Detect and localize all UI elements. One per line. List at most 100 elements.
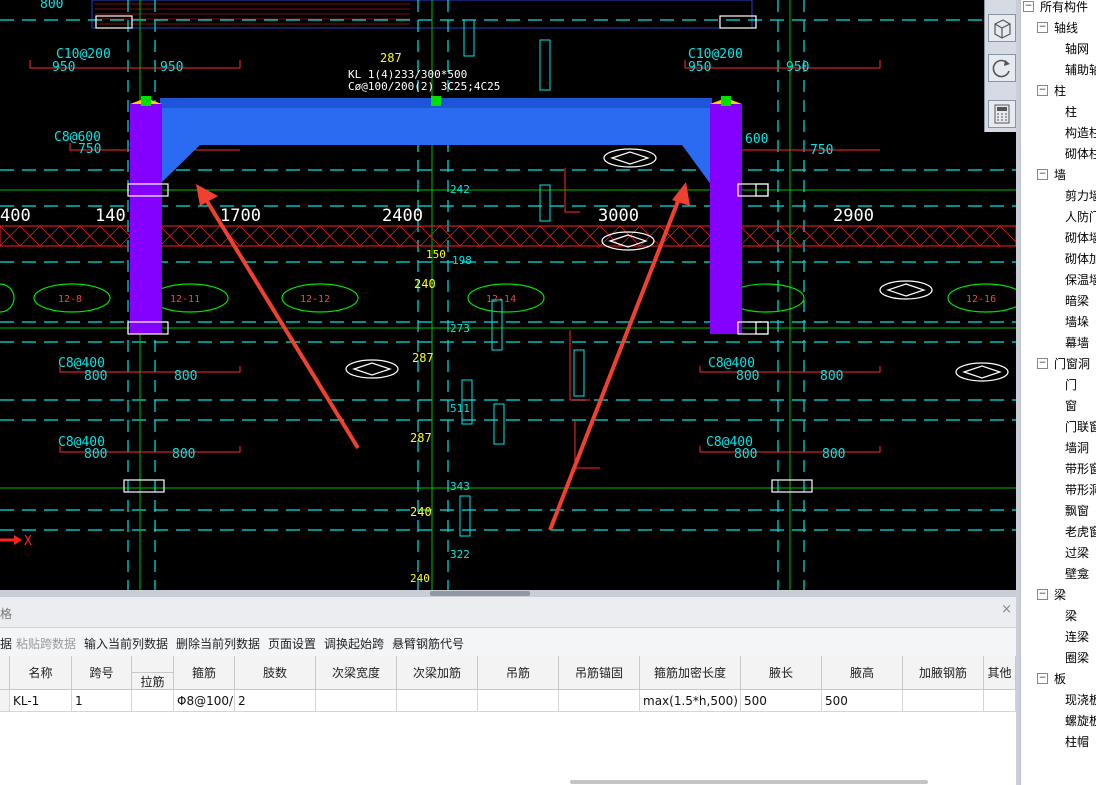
tree-item[interactable]: 壁龛 [1065,563,1089,584]
horizontal-scrollbar[interactable] [570,780,928,784]
tree-item[interactable]: 墙垛 [1065,311,1089,332]
tree-item[interactable]: 柱 [1065,101,1077,122]
tree-item[interactable]: 梁 [1065,605,1077,626]
col-header[interactable]: 肢数 [235,656,316,690]
calculator-icon[interactable] [988,100,1016,128]
tree-item[interactable]: 带形洞 [1065,479,1096,500]
toolbar-item[interactable]: 据 [0,635,12,652]
col-header[interactable]: 吊筋 [478,656,559,690]
tree-item[interactable]: 门 [1065,374,1077,395]
col-header[interactable]: 跨号 [72,656,132,690]
span-label: 950 [688,60,711,75]
tree-item[interactable]: − 门窗洞 [1037,353,1090,374]
col-header[interactable]: 其他 [984,656,1016,690]
splitter-grip[interactable] [430,591,530,596]
tree-item[interactable]: 辅助轴线 [1065,59,1096,80]
grip-handle[interactable] [721,96,731,106]
input-column-data-button[interactable]: 输入当前列数据 [84,635,168,652]
cell-sec-width[interactable] [316,690,397,712]
cad-drawing: 800 12-8 12-11 12-12 12-14 12-16 400 140… [0,0,1016,590]
tree-item[interactable]: 老虎窗 [1065,521,1096,542]
cell-haunch-bar[interactable] [903,690,984,712]
tree-item[interactable]: 构造柱 [1065,122,1096,143]
cell-dense-length[interactable]: max(1.5*h,500) [640,690,741,712]
cell-sec-add[interactable] [397,690,478,712]
tree-item[interactable]: 现浇板 [1065,689,1096,710]
tree-item[interactable]: 连梁 [1065,626,1089,647]
collapse-icon[interactable]: − [1037,589,1048,600]
cube-icon[interactable] [988,14,1016,42]
col-header[interactable]: 加腋钢筋 [903,656,984,690]
page-setup-button[interactable]: 页面设置 [268,635,316,652]
beam-kl1[interactable] [160,102,712,186]
cell-span[interactable]: 1 [72,690,132,712]
cad-mark: 322 [450,548,470,561]
col-header[interactable]: 箍筋 [174,656,235,690]
col-header[interactable]: 拉筋 [132,673,174,690]
grip-handle[interactable] [431,96,441,106]
cell-other[interactable] [984,690,1016,712]
col-header[interactable]: 次梁加筋 [397,656,478,690]
tree-item[interactable]: − 轴线 [1037,17,1078,38]
row-header[interactable] [0,690,10,712]
tree-item[interactable]: 门联窗 [1065,416,1096,437]
collapse-icon[interactable]: − [1037,673,1048,684]
cad-canvas[interactable]: 800 12-8 12-11 12-12 12-14 12-16 400 140… [0,0,1016,590]
tree-item-label: 梁 [1065,609,1078,623]
tree-item[interactable]: 窗 [1065,395,1077,416]
tree-item[interactable]: 过梁 [1065,542,1089,563]
cell-name[interactable]: KL-1 [10,690,72,712]
col-header[interactable]: 次梁宽度 [316,656,397,690]
tree-item-label: 墙 [1054,168,1067,182]
tree-item-label: 带形窗 [1065,462,1096,476]
col-header[interactable]: 腋长 [741,656,822,690]
tree-item[interactable]: − 板 [1037,668,1066,689]
collapse-icon[interactable]: − [1037,169,1048,180]
tree-item[interactable]: − 所有构件 [1023,0,1088,17]
tree-item[interactable]: 带形窗 [1065,458,1096,479]
tree-item[interactable]: 墙洞 [1065,437,1089,458]
cell-hanger[interactable] [478,690,559,712]
tree-item[interactable]: 幕墙 [1065,332,1089,353]
collapse-icon[interactable]: − [1037,22,1048,33]
grip-handle[interactable] [141,96,151,106]
tree-item[interactable]: 柱帽 [1065,731,1089,752]
tree-item[interactable]: − 墙 [1037,164,1066,185]
delete-column-data-button[interactable]: 删除当前列数据 [176,635,260,652]
swap-start-span-button[interactable]: 调换起始跨 [324,635,384,652]
cell-haunch-height[interactable]: 500 [822,690,903,712]
col-header[interactable]: 吊筋锚固 [559,656,640,690]
col-header[interactable]: 腋高 [822,656,903,690]
tree-item[interactable]: 保温墙 [1065,269,1096,290]
tree-item[interactable]: 砌体柱 [1065,143,1096,164]
tree-item[interactable]: 砌体墙 [1065,227,1096,248]
collapse-icon[interactable]: − [1037,85,1048,96]
collapse-icon[interactable]: − [1037,358,1048,369]
tree-item[interactable]: 剪力墙 [1065,185,1096,206]
cell-tie[interactable] [132,690,174,712]
cell-haunch-length[interactable]: 500 [741,690,822,712]
cell-legs[interactable]: 2 [235,690,316,712]
paste-span-data-button[interactable]: 粘贴跨数据 [16,635,76,652]
panel-splitter[interactable] [0,590,1016,597]
tree-item[interactable]: 飘窗 [1065,500,1089,521]
tree-item[interactable]: − 梁 [1037,584,1066,605]
tree-item[interactable]: 螺旋板 [1065,710,1096,731]
col-header[interactable]: 箍筋加密长度 [640,656,741,690]
close-icon[interactable]: × [1001,602,1012,617]
cad-mark: 150 [426,248,446,261]
tree-item[interactable]: 人防门框墙 [1065,206,1096,227]
collapse-icon[interactable]: − [1023,1,1034,12]
col-header[interactable]: 名称 [10,656,72,690]
column-right[interactable] [710,104,742,334]
cell-stirrup[interactable]: Φ8@100/ [174,690,235,712]
column-left[interactable] [130,104,162,334]
rotate-icon[interactable] [988,54,1016,82]
tree-item[interactable]: 砌体加筋 [1065,248,1096,269]
tree-item[interactable]: 轴网 [1065,38,1089,59]
cantilever-code-button[interactable]: 悬臂钢筋代号 [392,635,464,652]
cell-hanger-anchor[interactable] [559,690,640,712]
tree-item[interactable]: − 柱 [1037,80,1066,101]
tree-item[interactable]: 暗梁 [1065,290,1089,311]
tree-item[interactable]: 圈梁 [1065,647,1089,668]
